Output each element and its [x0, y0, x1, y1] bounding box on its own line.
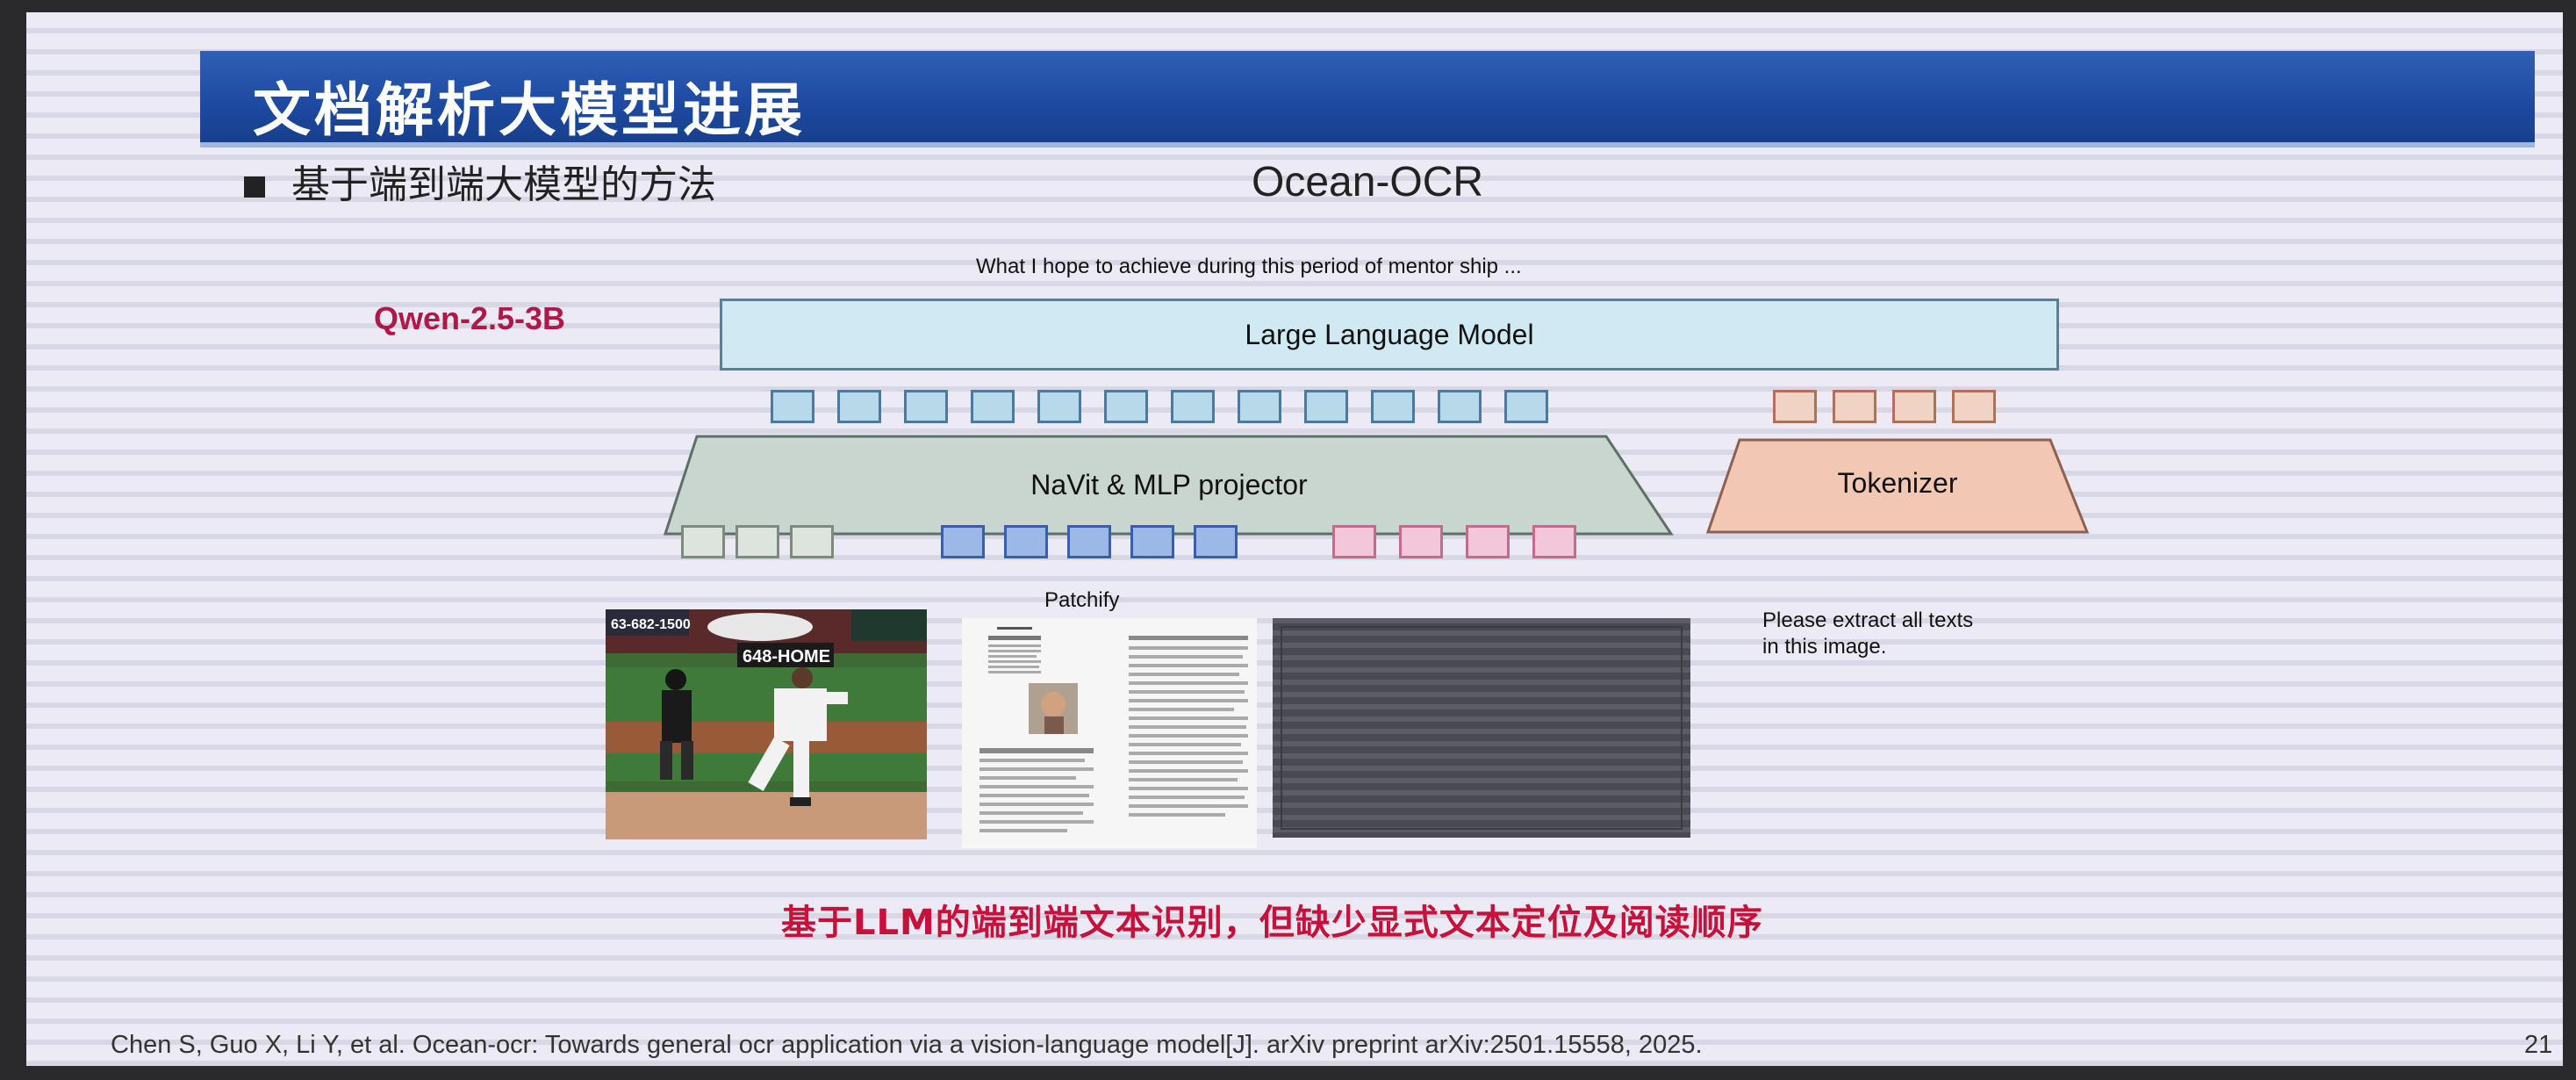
tokenizer-label: Tokenizer [1837, 467, 1958, 499]
baseball-sign-phone: 63-682-1500 [611, 617, 691, 632]
visual-token [837, 390, 881, 423]
prompt-line-2: in this image. [1762, 635, 1887, 659]
conclusion-text: 基于LLM的端到端文本识别，但缺少显式文本定位及阅读顺序 [781, 903, 1763, 943]
prompt-text: Please extract all texts in this image. [1762, 608, 2078, 660]
visual-token [1238, 390, 1281, 423]
text-token [1892, 390, 1936, 423]
bullet-square-icon [244, 176, 265, 198]
baseball-sign-top: 648-HOME [743, 647, 830, 666]
blue-patch [1067, 525, 1111, 558]
gray-patch [790, 525, 834, 558]
blue-patch [1194, 525, 1238, 558]
blue-patch [1130, 525, 1174, 558]
visual-token [771, 390, 814, 423]
baseball-photo: 63-682-1500 648-HOME [606, 609, 927, 839]
visual-token [1171, 390, 1215, 423]
blue-patch [941, 525, 985, 558]
gray-patch [681, 525, 725, 558]
title-bar: 文档解析大模型进展 [200, 51, 2535, 144]
visual-token [1371, 390, 1415, 423]
model-output-text: What I hope to achieve during this perio… [976, 255, 1522, 278]
page-number: 21 [2524, 1031, 2553, 1059]
pink-patch [1466, 525, 1510, 558]
document-page-sample [962, 618, 1257, 848]
pink-patch [1399, 525, 1443, 558]
visual-token [1104, 390, 1148, 423]
gray-patch [735, 525, 779, 558]
encoder-label: NaVit & MLP projector [1030, 469, 1308, 500]
visual-token [904, 390, 948, 423]
model-label: Qwen-2.5-3B [374, 300, 566, 336]
visual-token [1504, 390, 1548, 423]
visual-token [1438, 390, 1482, 423]
llm-box: Large Language Model [720, 299, 2059, 371]
patchify-label: Patchify [1044, 588, 1120, 612]
prompt-line-1: Please extract all texts [1762, 608, 1974, 632]
bullet-text: 基于端到端大模型的方法 [291, 162, 716, 207]
visual-token [1304, 390, 1348, 423]
pink-patch [1532, 525, 1576, 558]
text-token [1833, 390, 1876, 423]
slide: 文档解析大模型进展 基于端到端大模型的方法 Ocean-OCR What I h… [26, 12, 2563, 1066]
text-token [1773, 390, 1817, 423]
pink-patch [1332, 525, 1376, 558]
bullet-point: 基于端到端大模型的方法 [244, 153, 716, 209]
scanned-text-sample [1273, 618, 1690, 838]
llm-label: Large Language Model [1245, 318, 1534, 350]
visual-token [971, 390, 1015, 423]
slide-title: 文档解析大模型进展 [253, 76, 806, 144]
citation-text: Chen S, Guo X, Li Y, et al. Ocean-ocr: T… [111, 1031, 1703, 1059]
text-token [1952, 390, 1996, 423]
blue-patch [1004, 525, 1048, 558]
diagram-title: Ocean-OCR [1252, 159, 1484, 205]
visual-token [1037, 390, 1081, 423]
